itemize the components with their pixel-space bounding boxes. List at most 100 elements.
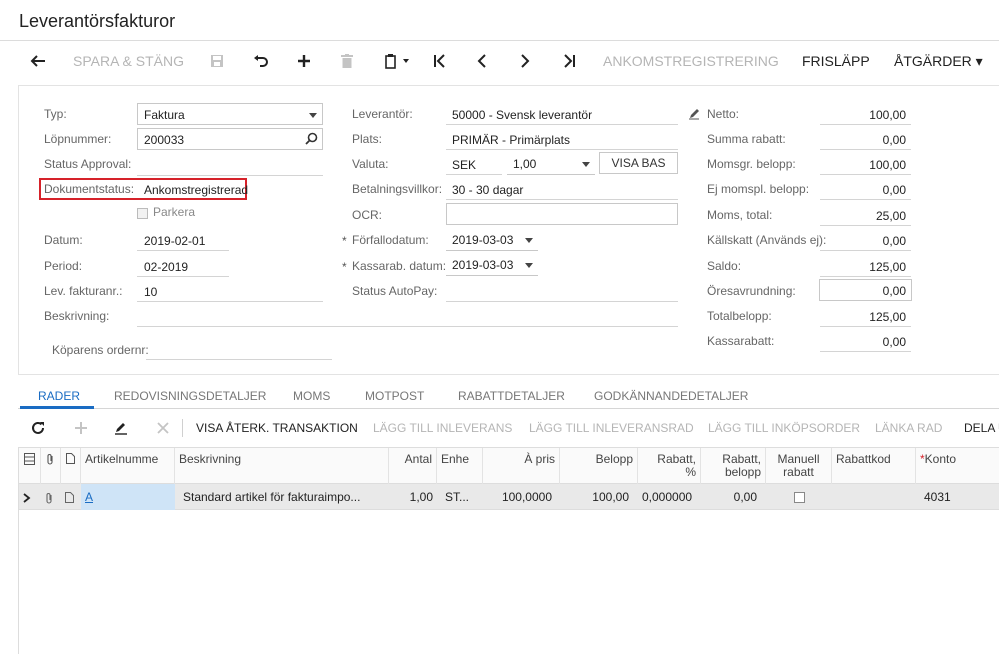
column-konto[interactable]: *Konto [916, 448, 999, 484]
search-icon[interactable] [305, 132, 318, 148]
beskrivning-cell[interactable]: Standard artikel för fakturaimpo... [179, 484, 389, 510]
kallskatt-label: Källskatt (Används ej): [707, 233, 827, 247]
column-rabatt-belopp[interactable]: Rabatt, belopp [701, 448, 766, 484]
datum-underline [137, 250, 229, 251]
actions-menu-button[interactable]: ÅTGÄRDER ▾ [894, 44, 983, 78]
visa-bas-button[interactable]: VISA BAS [599, 152, 678, 174]
belopp-cell[interactable]: 100,00 [560, 484, 633, 510]
table-row[interactable]: A Standard artikel för fakturaimpo... 1,… [19, 484, 999, 510]
antal-cell[interactable]: 1,00 [389, 484, 437, 510]
enhet-cell[interactable]: ST... [441, 484, 483, 510]
required-marker: * [342, 234, 347, 248]
datum-input[interactable]: 2019-02-01 [144, 234, 205, 248]
column-antal[interactable]: Antal [389, 448, 437, 484]
delete-icon[interactable] [338, 52, 356, 70]
tab-moms[interactable]: MOMS [293, 383, 330, 409]
row-pointer-icon [19, 484, 41, 510]
paperclip-icon[interactable] [41, 484, 61, 510]
tab-motpost[interactable]: MOTPOST [365, 383, 424, 409]
koparens-ordernr-input[interactable] [146, 359, 332, 360]
copy-paste-icon[interactable] [382, 52, 412, 70]
save-close-button[interactable]: SPARA & STÄNG [73, 44, 184, 78]
datum-label: Datum: [44, 233, 83, 247]
parkera-checkbox[interactable] [137, 206, 148, 220]
undo-icon[interactable] [252, 52, 270, 70]
dela-button[interactable]: DELA U [964, 413, 999, 443]
tab-redovisningsdetaljer[interactable]: REDOVISNINGSDETALJER [114, 383, 266, 409]
period-input[interactable]: 02-2019 [144, 260, 188, 274]
valuta-input[interactable]: SEK [452, 158, 476, 172]
save-icon[interactable] [208, 52, 226, 70]
oresavrundning-input[interactable]: 0,00 [819, 279, 912, 301]
document-icon[interactable] [61, 484, 81, 510]
saldo-value: 125,00 [869, 260, 906, 274]
plats-input[interactable]: PRIMÄR - Primärplats [452, 133, 570, 147]
column-rabatt-procent[interactable]: Rabatt, % [638, 448, 701, 484]
manuell-rabatt-checkbox[interactable] [766, 484, 832, 510]
betalningsvillkor-input[interactable]: 30 - 30 dagar [452, 183, 523, 197]
kassarab-datum-input[interactable]: 2019-03-03 [446, 254, 538, 276]
page-title: Leverantörsfakturor [19, 11, 176, 31]
column-enhet[interactable]: Enhe [437, 448, 483, 484]
artikelnummer-link[interactable]: A [85, 490, 93, 504]
next-record-icon[interactable] [516, 52, 534, 70]
rabattkod-cell[interactable] [832, 484, 916, 510]
edit-pencil-icon[interactable] [688, 107, 701, 123]
release-button[interactable]: FRISLÄPP [802, 44, 870, 78]
delete-row-icon[interactable] [156, 421, 170, 438]
lagg-till-inleveransrad-button[interactable]: LÄGG TILL INLEVERANSRAD [529, 413, 694, 443]
visa-aterk-transaktion-button[interactable]: VISA ÅTERK. TRANSAKTION [196, 413, 358, 443]
edit-row-icon[interactable] [114, 421, 128, 438]
column-manuell-rabatt[interactable]: Manuell rabatt [766, 448, 832, 484]
column-a-pris[interactable]: À pris [483, 448, 560, 484]
arrival-registration-button[interactable]: ANKOMSTREGISTRERING [603, 44, 779, 78]
column-belopp[interactable]: Belopp [560, 448, 638, 484]
parkera-label: Parkera [153, 205, 196, 219]
first-record-icon[interactable] [431, 52, 449, 70]
column-artikelnummer[interactable]: Artikelnumme [81, 448, 175, 484]
column-settings-icon[interactable] [19, 448, 41, 484]
toolbar-separator [182, 419, 183, 437]
ocr-input[interactable] [446, 203, 678, 225]
previous-record-icon[interactable] [473, 52, 491, 70]
refresh-icon[interactable] [31, 421, 45, 438]
ej-momspl-underline [820, 199, 911, 200]
lanka-rad-button[interactable]: LÄNKA RAD [875, 413, 942, 443]
plats-label: Plats: [352, 132, 383, 146]
artikelnummer-cell[interactable]: A [81, 484, 175, 510]
column-beskrivning[interactable]: Beskrivning [175, 448, 389, 484]
add-row-icon[interactable] [74, 421, 88, 438]
header-divider [0, 40, 999, 41]
tab-rabattdetaljer[interactable]: RABATTDETALJER [458, 383, 565, 409]
last-record-icon[interactable] [560, 52, 578, 70]
status-approval-label: Status Approval: [44, 157, 132, 171]
ej-momspl-value: 0,00 [882, 183, 906, 197]
lagg-till-inleverans-button[interactable]: LÄGG TILL INLEVERANS [373, 413, 512, 443]
lev-fakturanr-underline [137, 301, 323, 302]
manuell-rabatt-line2: rabatt [783, 465, 814, 479]
betalningsvillkor-label: Betalningsvillkor: [352, 182, 443, 196]
grid-toolbar: VISA ÅTERK. TRANSAKTION LÄGG TILL INLEVE… [18, 413, 999, 443]
valuta-rate-select[interactable]: 1,00 [507, 153, 595, 175]
lev-fakturanr-input[interactable]: 10 [144, 285, 157, 299]
forfallodatum-input[interactable]: 2019-03-03 [446, 229, 538, 251]
kassarabatt-underline [820, 351, 911, 352]
a-pris-cell[interactable]: 100,0000 [483, 484, 556, 510]
rabatt-procent-cell[interactable]: 0,000000 [638, 484, 696, 510]
rabatt-belopp-cell[interactable]: 0,00 [701, 484, 761, 510]
paperclip-icon [41, 448, 61, 484]
summa-rabatt-underline [820, 149, 911, 150]
column-rabattkod[interactable]: Rabattkod [832, 448, 916, 484]
typ-label: Typ: [44, 107, 67, 121]
chevron-down-icon [525, 263, 533, 268]
add-icon[interactable] [295, 52, 313, 70]
konto-cell[interactable]: 4031 [920, 484, 999, 510]
lagg-till-inkopsorder-button[interactable]: LÄGG TILL INKÖPSORDER [708, 413, 860, 443]
typ-select[interactable]: Faktura [137, 103, 323, 125]
valuta-underline [446, 174, 502, 175]
tab-godkannandedetaljer[interactable]: GODKÄNNANDEDETALJER [594, 383, 748, 409]
back-arrow-icon[interactable] [29, 52, 47, 70]
beskrivning-input[interactable] [137, 326, 678, 327]
lopnummer-input[interactable]: 200033 [137, 128, 323, 150]
leverantor-input[interactable]: 50000 - Svensk leverantör [452, 108, 592, 122]
